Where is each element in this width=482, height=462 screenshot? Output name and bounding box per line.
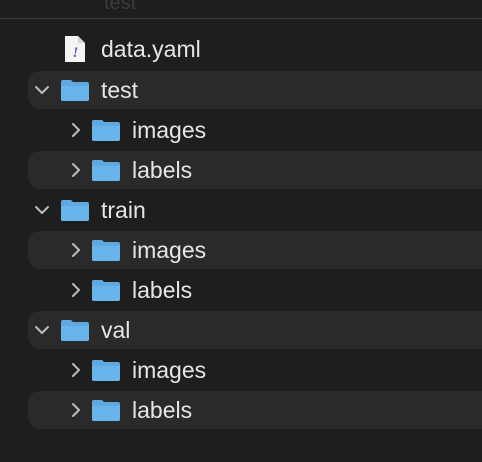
folder-icon (61, 320, 89, 341)
folder-label: labels (132, 156, 193, 183)
chevron-right-icon[interactable] (66, 360, 86, 380)
folder-label: train (101, 196, 146, 223)
folder-row-val-images[interactable]: images (28, 351, 482, 389)
folder-row-val[interactable]: val (28, 311, 482, 349)
folder-icon (92, 400, 120, 421)
chevron-right-icon[interactable] (66, 160, 86, 180)
folder-icon (92, 360, 120, 381)
yaml-file-icon: ! (65, 36, 85, 62)
folder-icon (61, 80, 89, 101)
folder-icon (92, 240, 120, 261)
folder-label: images (132, 116, 207, 143)
chevron-right-icon[interactable] (66, 400, 86, 420)
previous-row-cutoff: test (0, 0, 482, 19)
chevron-down-icon[interactable] (32, 320, 52, 340)
file-browser-window: test ! data.yaml test images labels trai… (0, 0, 482, 462)
svg-text:!: ! (73, 45, 79, 61)
folder-icon (92, 280, 120, 301)
folder-icon (92, 160, 120, 181)
folder-label: test (101, 76, 139, 103)
folder-icon (92, 120, 120, 141)
folder-label: labels (132, 276, 193, 303)
chevron-right-icon[interactable] (66, 240, 86, 260)
folder-row-test-images[interactable]: images (28, 111, 482, 149)
chevron-down-icon[interactable] (32, 80, 52, 100)
folder-row-val-labels[interactable]: labels (28, 391, 482, 429)
folder-row-test-labels[interactable]: labels (28, 151, 482, 189)
file-label: data.yaml (101, 35, 201, 62)
chevron-right-icon[interactable] (66, 120, 86, 140)
folder-icon (61, 200, 89, 221)
folder-label: images (132, 356, 207, 383)
chevron-right-icon[interactable] (66, 280, 86, 300)
folder-row-train-images[interactable]: images (28, 231, 482, 269)
folder-row-test[interactable]: test (28, 71, 482, 109)
chevron-down-icon[interactable] (32, 200, 52, 220)
folder-label: labels (132, 396, 193, 423)
folder-row-train-labels[interactable]: labels (28, 271, 482, 309)
folder-label: val (101, 316, 131, 343)
folder-row-train[interactable]: train (28, 191, 482, 229)
folder-label: images (132, 236, 207, 263)
cut-off-label: test (104, 0, 137, 14)
file-row-data-yaml[interactable]: ! data.yaml (28, 30, 482, 68)
